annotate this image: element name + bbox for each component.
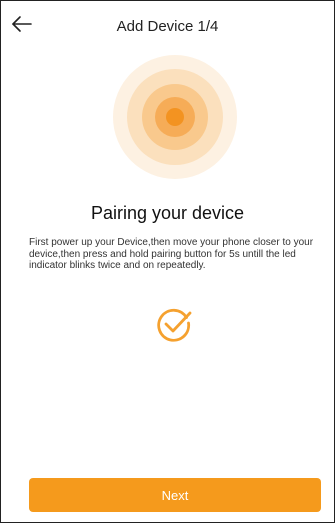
page-title: Add Device 1/4 — [116, 18, 219, 35]
header: Add Device 1/4 — [1, 1, 334, 45]
pairing-signal-icon — [112, 54, 238, 180]
signal-core — [166, 108, 184, 126]
heading: Pairing your device — [90, 203, 245, 223]
checkmark-circle-icon — [155, 308, 195, 342]
pairing-screen: Add Device 1/4 Pairing your device First… — [0, 0, 335, 523]
next-button[interactable]: Next — [29, 478, 321, 512]
instructions-text: First power up your Device,then move you… — [29, 237, 314, 271]
